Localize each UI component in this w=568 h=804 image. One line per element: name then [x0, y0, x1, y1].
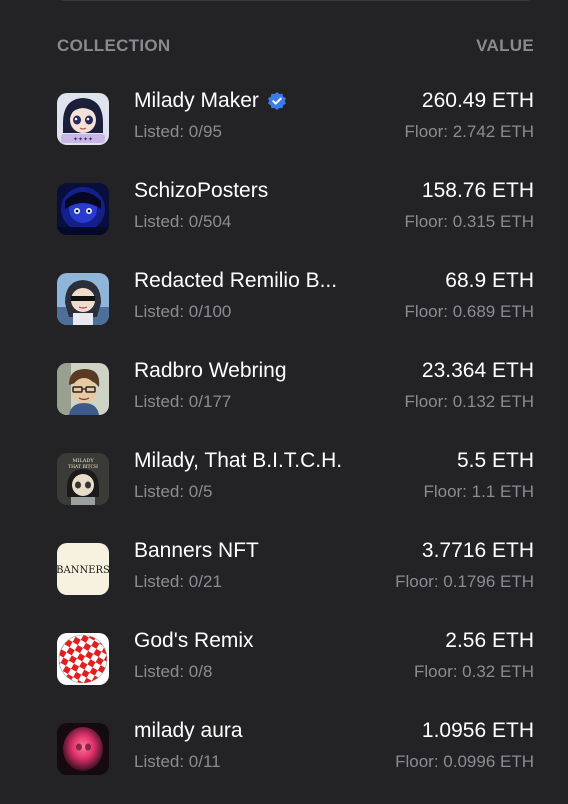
listed-count: Listed: 0/8 — [134, 662, 213, 681]
collection-value: 5.5 ETH — [456, 449, 534, 472]
collection-list: ✦✦✦✦ Milady Maker Listed: 0/95 260.49 ET… — [57, 83, 534, 803]
collection-name: milady aura — [134, 719, 243, 742]
collection-name: Banners NFT — [134, 539, 259, 562]
banners-logo-icon: BANNERS — [57, 543, 109, 595]
redacted-remilio-avatar-icon — [57, 273, 109, 325]
collection-value: 3.7716 ETH — [421, 539, 534, 562]
collection-value: 68.9 ETH — [445, 269, 534, 292]
table-header: COLLECTION VALUE — [57, 36, 534, 56]
collection-name: Milady Maker — [134, 89, 259, 112]
floor-price: Floor: 2.742 ETH — [404, 122, 534, 141]
floor-price: Floor: 0.32 ETH — [414, 662, 534, 681]
collection-value: 2.56 ETH — [445, 629, 534, 652]
collection-name: God's Remix — [134, 629, 254, 652]
listed-count: Listed: 0/11 — [134, 752, 221, 771]
collection-value: 158.76 ETH — [421, 179, 534, 202]
schizoposters-avatar-icon — [57, 183, 109, 235]
collection-name: Milady, That B.I.T.C.H. — [134, 449, 343, 472]
collection-row-radbro-webring[interactable]: Radbro Webring Listed: 0/177 23.364 ETH … — [57, 353, 534, 443]
collection-value: 23.364 ETH — [421, 359, 534, 382]
listed-count: Listed: 0/21 — [134, 572, 222, 591]
floor-price: Floor: 0.1796 ETH — [395, 572, 534, 591]
milady-aura-avatar-icon — [57, 723, 109, 775]
svg-text:✦✦✦✦: ✦✦✦✦ — [73, 136, 93, 143]
milady-maker-avatar-icon: ✦✦✦✦ — [57, 93, 109, 145]
collection-row-milady-aura[interactable]: milady aura Listed: 0/11 1.0956 ETH Floo… — [57, 713, 534, 803]
milady-that-bitch-avatar-icon: MILADY THAT BITCH — [57, 453, 109, 505]
collection-value: 260.49 ETH — [421, 89, 534, 112]
collection-row-schizoposters[interactable]: SchizoPosters Listed: 0/504 158.76 ETH F… — [57, 173, 534, 263]
floor-price: Floor: 0.132 ETH — [404, 392, 534, 411]
floor-price: Floor: 1.1 ETH — [423, 482, 534, 501]
collection-row-gods-remix[interactable]: God's Remix Listed: 0/8 2.56 ETH Floor: … — [57, 623, 534, 713]
floor-price: Floor: 0.315 ETH — [404, 212, 534, 231]
listed-count: Listed: 0/177 — [134, 392, 232, 411]
verified-badge-icon — [267, 91, 287, 111]
checkered-ball-icon — [57, 633, 109, 685]
collection-row-redacted-remilio[interactable]: Redacted Remilio B... Listed: 0/100 68.9… — [57, 263, 534, 353]
svg-text:MILADY: MILADY — [72, 458, 94, 464]
collection-name: SchizoPosters — [134, 179, 269, 202]
collection-value: 1.0956 ETH — [421, 719, 534, 742]
collection-row-milady-that-bitch[interactable]: MILADY THAT BITCH Milady, That B.I.T.C.H… — [57, 443, 534, 533]
listed-count: Listed: 0/5 — [134, 482, 213, 501]
collection-name: Redacted Remilio B... — [134, 269, 338, 292]
collection-row-milady-maker[interactable]: ✦✦✦✦ Milady Maker Listed: 0/95 260.49 ET… — [57, 83, 534, 173]
radbro-avatar-icon — [57, 363, 109, 415]
search-box-edge — [56, 0, 534, 1]
listed-count: Listed: 0/504 — [134, 212, 232, 231]
listed-count: Listed: 0/100 — [134, 302, 232, 321]
listed-count: Listed: 0/95 — [134, 122, 222, 141]
svg-text:BANNERS: BANNERS — [57, 565, 109, 576]
collection-name: Radbro Webring — [134, 359, 287, 382]
floor-price: Floor: 0.689 ETH — [404, 302, 534, 321]
floor-price: Floor: 0.0996 ETH — [395, 752, 534, 771]
collection-column-header: COLLECTION — [57, 36, 171, 55]
collection-row-banners-nft[interactable]: BANNERS Banners NFT Listed: 0/21 3.7716 … — [57, 533, 534, 623]
value-column-header: VALUE — [476, 36, 534, 55]
